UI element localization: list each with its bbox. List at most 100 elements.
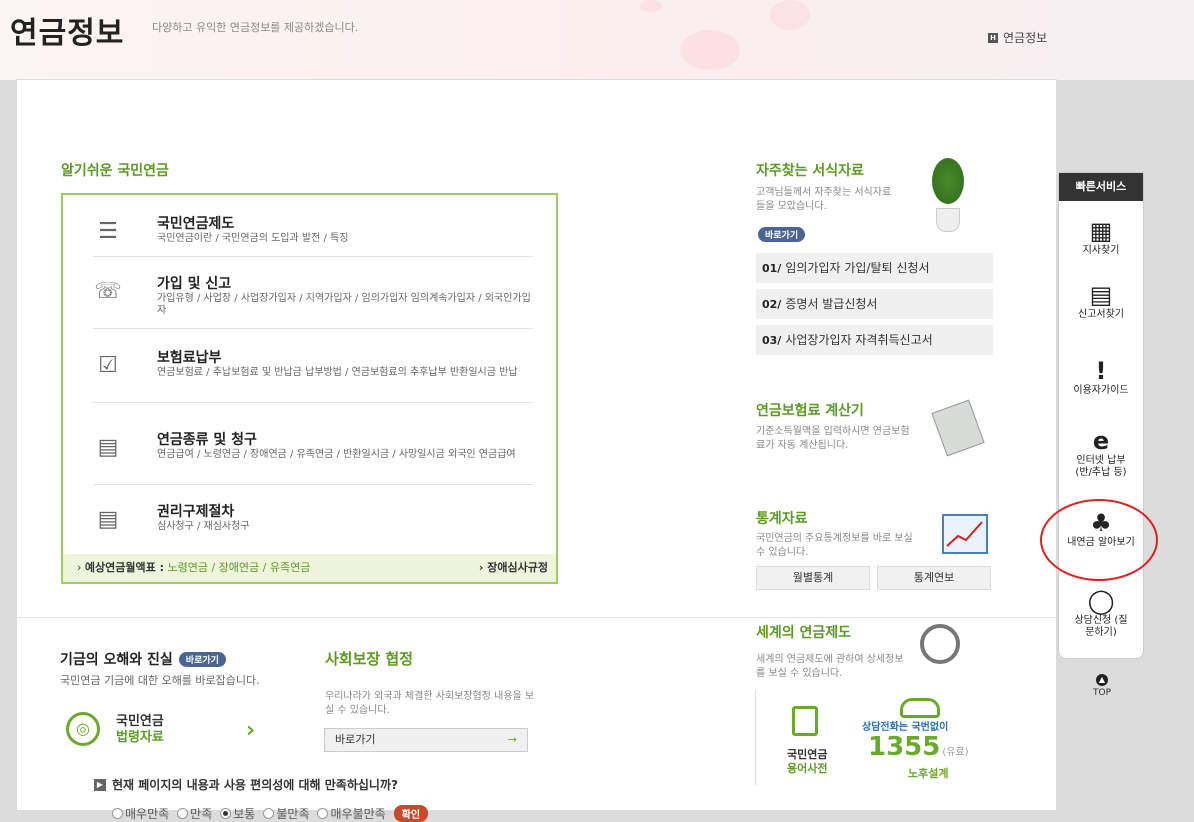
world-title[interactable]: 세계의 연금제도 bbox=[756, 622, 851, 642]
form-label[interactable]: 증명서 발급신청서 bbox=[785, 297, 877, 311]
survey-option-selected[interactable]: 보통 bbox=[220, 805, 255, 822]
stats-desc: 국민연금의 주요통계정보를 바로 보실 수 있습니다. bbox=[756, 533, 913, 558]
top-label: TOP bbox=[1092, 688, 1111, 698]
page-title: 연금정보 bbox=[10, 16, 125, 51]
footer-links[interactable]: 노령연금 / 장애연금 / 유족연금 bbox=[167, 561, 310, 574]
chevron-right-icon: › bbox=[246, 718, 256, 743]
radio-icon[interactable] bbox=[112, 808, 123, 819]
item-title[interactable]: 가입 및 신고 bbox=[157, 273, 231, 293]
top-button[interactable]: ▲ TOP bbox=[1082, 674, 1122, 698]
list-item[interactable]: ▤ 권리구제절차 심사청구 / 재심사청구 bbox=[93, 501, 533, 545]
radio-icon[interactable] bbox=[317, 808, 329, 819]
dictionary-line1: 국민연금 bbox=[787, 748, 828, 761]
item-title[interactable]: 연금종류 및 청구 bbox=[157, 429, 257, 449]
law-line2: 법령자료 bbox=[116, 730, 164, 745]
breadcrumb-label[interactable]: 연금정보 bbox=[1003, 29, 1047, 46]
fund-title: 기금의 오해와 진실 bbox=[60, 652, 173, 668]
annual-stats-button[interactable]: 통계연보 bbox=[877, 566, 991, 590]
fund-header: 기금의 오해와 진실 바로가기 bbox=[60, 649, 226, 669]
social-go-button[interactable]: 바로가기 → bbox=[324, 728, 528, 752]
home-icon: H bbox=[988, 32, 998, 43]
radio-icon[interactable] bbox=[177, 808, 189, 819]
law-link[interactable]: 국민연금 법령자료 bbox=[116, 714, 164, 746]
survey-option[interactable]: 불만족 bbox=[263, 805, 309, 822]
quick-item-label: 상담신청 (질문하기) bbox=[1074, 615, 1128, 638]
quick-item-label: 이용자가이드 bbox=[1073, 385, 1129, 396]
fund-desc: 국민연금 기금에 대한 오해를 바로잡습니다. bbox=[60, 674, 260, 687]
cloud-icon bbox=[900, 698, 940, 718]
hotline-number: 1355 bbox=[868, 732, 941, 762]
document-icon: ▤ bbox=[97, 507, 119, 532]
radio-icon[interactable] bbox=[263, 808, 275, 819]
form-link[interactable]: 01/임의가입자 가입/탈퇴 신청서 bbox=[756, 253, 993, 283]
quick-item-forms[interactable]: ▤ 신고서찾기 bbox=[1059, 281, 1143, 321]
arrow-up-icon: ▲ bbox=[1096, 674, 1108, 686]
quick-item-guide[interactable]: ! 이용자가이드 bbox=[1059, 357, 1143, 397]
item-desc: 가입유형 / 사업장 / 사업장가입자 / 지역가입자 / 임의가입자 임의계속… bbox=[157, 293, 531, 316]
survey-option[interactable]: 매우만족 bbox=[112, 805, 169, 822]
forms-desc: 고객님들께서 자주찾는 서식자료들을 모았습니다. bbox=[756, 187, 892, 212]
building-icon: ▦ bbox=[1089, 217, 1113, 245]
item-title[interactable]: 국민연금제도 bbox=[157, 213, 234, 233]
survey-options: 매우만족 만족 보통 불만족 매우불만족 확인 bbox=[112, 805, 429, 822]
easy-pension-title: 알기쉬운 국민연금 bbox=[61, 163, 169, 179]
social-desc: 우리나라가 외국과 체결한 사회보장협정 내용을 보실 수 있습니다. bbox=[325, 691, 535, 716]
footer-right-link[interactable]: 장애심사규정 bbox=[487, 561, 548, 574]
survey-option[interactable]: 만족 bbox=[177, 805, 212, 822]
form-label[interactable]: 임의가입자 가입/탈퇴 신청서 bbox=[785, 261, 929, 275]
survey-question-row: ▶ 현재 페이지의 내용과 사용 편의성에 대해 만족하십니까? bbox=[94, 776, 398, 793]
fund-go-button[interactable]: 바로가기 bbox=[178, 651, 226, 667]
divider bbox=[16, 617, 1057, 618]
quick-item-consult[interactable]: ◯ 상담신청 (질문하기) bbox=[1059, 587, 1143, 639]
world-desc: 세계의 연금제도에 관하여 상세정보를 보실 수 있습니다. bbox=[756, 654, 904, 679]
form-num: 02/ bbox=[762, 298, 782, 311]
item-desc: 국민연금이란 / 국민연금의 도입과 발전 / 특징 bbox=[157, 233, 349, 244]
box-footer: › 예상연금월액표 : 노령연금 / 장애연금 / 유족연금 › 장애심사규정 bbox=[63, 554, 556, 582]
quick-item-label: 인터넷 납부 (반/추납 등) bbox=[1075, 455, 1127, 478]
item-desc: 심사청구 / 재심사청구 bbox=[157, 521, 250, 532]
list-item[interactable]: ☰ 국민연금제도 국민연금이란 / 국민연금의 도입과 발전 / 특징 bbox=[93, 213, 533, 257]
internet-payment-icon: e bbox=[1092, 427, 1110, 455]
globe-icon: ◎ bbox=[66, 712, 100, 746]
law-line1: 국민연금 bbox=[116, 714, 164, 729]
radio-checked-icon[interactable] bbox=[220, 808, 232, 819]
survey-option[interactable]: 매우불만족 bbox=[317, 805, 386, 822]
form-num: 03/ bbox=[762, 334, 782, 347]
arrow-icon: › bbox=[478, 561, 488, 574]
forms-go-button[interactable]: 바로가기 bbox=[758, 227, 806, 242]
quick-item-branch[interactable]: ▦ 지사찾기 bbox=[1059, 217, 1143, 257]
header-banner: 연금정보 다양하고 유익한 연금정보를 제공하겠습니다. H 연금정보 bbox=[0, 0, 1194, 80]
phone-chat-icon: ☏ bbox=[94, 279, 122, 304]
form-label[interactable]: 사업장가입자 자격취득신고서 bbox=[785, 333, 932, 347]
checkbox-icon: ☑ bbox=[98, 353, 118, 378]
quick-item-payment[interactable]: e 인터넷 납부 (반/추납 등) bbox=[1059, 427, 1143, 479]
list-item[interactable]: ☏ 가입 및 신고 가입유형 / 사업장 / 사업장가입자 / 지역가입자 / … bbox=[93, 273, 533, 329]
document-list-icon: ☰ bbox=[98, 219, 118, 244]
guide-icon: ! bbox=[1095, 357, 1107, 385]
item-title[interactable]: 보험료납부 bbox=[157, 347, 221, 367]
calculator-title[interactable]: 연금보험료 계산기 bbox=[756, 400, 864, 420]
mouse-icon: ◯ bbox=[1087, 587, 1115, 615]
item-desc: 연금급여 / 노령연금 / 장애연금 / 유족연금 / 반환일시금 / 사망일시… bbox=[157, 449, 516, 460]
item-desc: 연금보험료 / 추납보험료 및 반납금 납부방법 / 연금보험료의 추후납부 반… bbox=[157, 367, 518, 378]
hotline-paid: (유료) bbox=[942, 747, 969, 758]
book-icon bbox=[792, 706, 818, 736]
social-go-label: 바로가기 bbox=[335, 733, 376, 746]
form-link[interactable]: 03/사업장가입자 자격취득신고서 bbox=[756, 325, 993, 355]
stats-title: 통계자료 bbox=[756, 511, 808, 527]
list-item[interactable]: ☑ 보험료납부 연금보험료 / 추납보험료 및 반납금 납부방법 / 연금보험료… bbox=[93, 347, 533, 403]
list-item[interactable]: ▤ 연금종류 및 청구 연금급여 / 노령연금 / 장애연금 / 유족연금 / … bbox=[93, 429, 533, 485]
dictionary-link[interactable]: 국민연금 용어사전 bbox=[787, 748, 827, 776]
footer-label: 예상연금월액표 : bbox=[84, 561, 164, 574]
quick-service-title: 빠른서비스 bbox=[1059, 173, 1143, 201]
search-document-icon: ▤ bbox=[1089, 281, 1113, 309]
monthly-stats-button[interactable]: 월별통계 bbox=[756, 566, 870, 590]
calculator-desc: 기준소득월액을 입력하시면 연금보험료가 자동 계산됩니다. bbox=[756, 426, 910, 451]
quick-service-panel: 빠른서비스 ▦ 지사찾기 ▤ 신고서찾기 ! 이용자가이드 e 인터넷 납부 (… bbox=[1058, 172, 1144, 659]
form-num: 01/ bbox=[762, 262, 782, 275]
form-link[interactable]: 02/증명서 발급신청서 bbox=[756, 289, 993, 319]
survey-confirm-button[interactable]: 확인 bbox=[393, 805, 429, 822]
chart-monitor-icon bbox=[942, 514, 988, 554]
quick-item-label: 신고서찾기 bbox=[1078, 309, 1124, 320]
item-title[interactable]: 권리구제절차 bbox=[157, 501, 234, 521]
